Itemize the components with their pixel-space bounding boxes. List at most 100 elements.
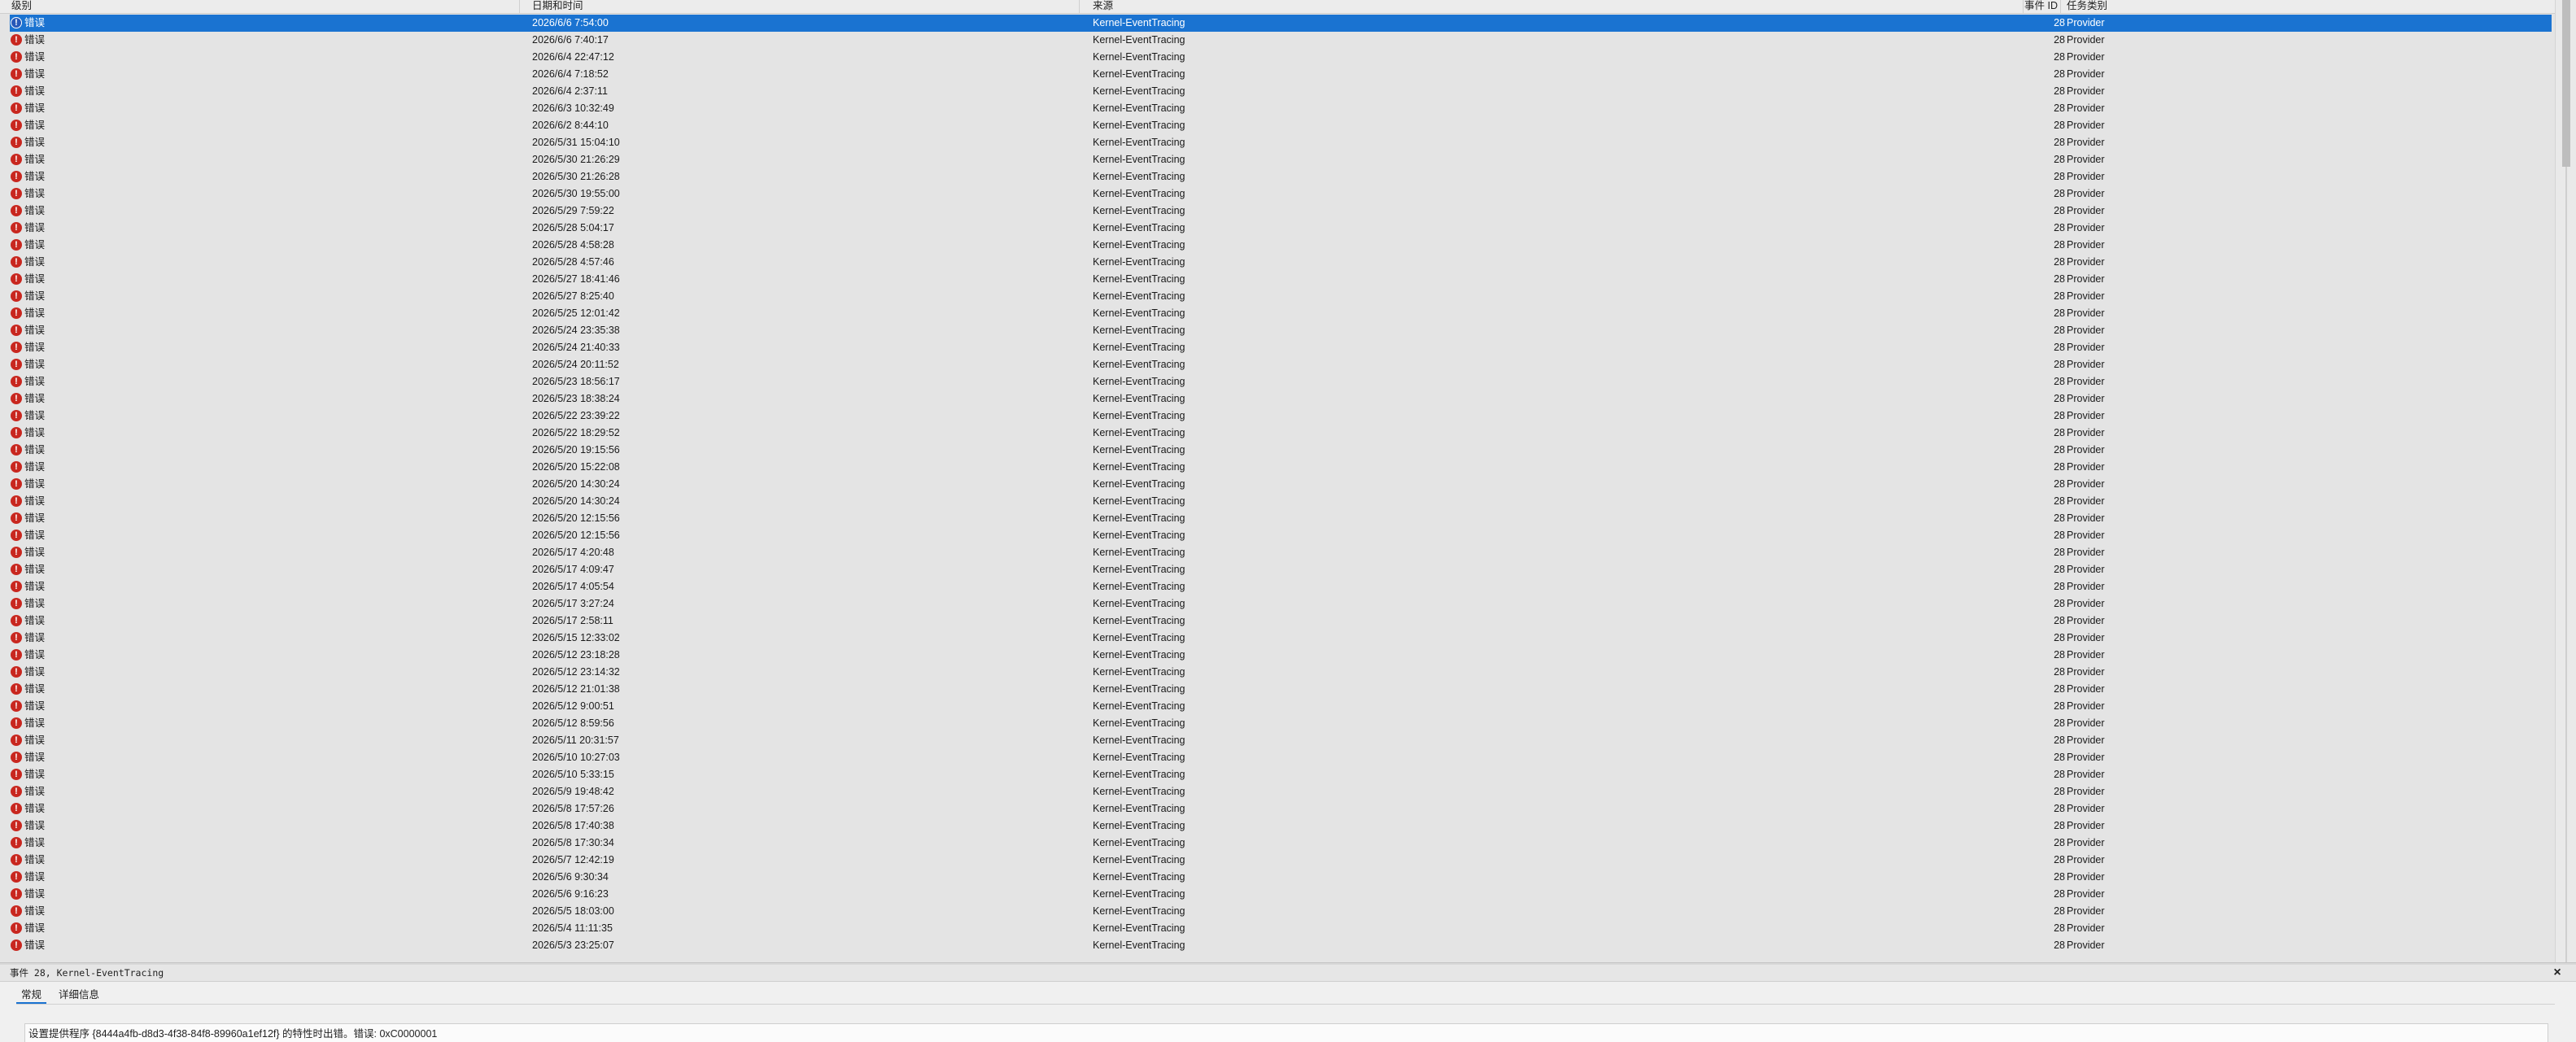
table-row[interactable]: ! 错误 2026/5/23 18:38:24 Kernel-EventTracing… xyxy=(10,390,2552,408)
error-icon: ! xyxy=(11,290,22,302)
column-header-source[interactable]: 来源 xyxy=(1093,0,1113,13)
cell-task-category: Provider xyxy=(2067,632,2105,643)
table-row[interactable]: ! 错误 2026/5/20 14:30:24 Kernel-EventTracing… xyxy=(10,493,2552,510)
cell-source: Kernel-EventTracing xyxy=(1093,444,1185,456)
table-row[interactable]: ! 错误 2026/5/12 8:59:56 Kernel-EventTracing 2… xyxy=(10,715,2552,732)
error-icon: ! xyxy=(11,820,22,831)
table-row[interactable]: ! 错误 2026/5/24 23:35:38 Kernel-EventTracing… xyxy=(10,322,2552,339)
cell-source: Kernel-EventTracing xyxy=(1093,256,1185,268)
table-row[interactable]: ! 错误 2026/5/27 18:41:46 Kernel-EventTracing… xyxy=(10,271,2552,288)
table-row[interactable]: ! 错误 2026/5/17 2:58:11 Kernel-EventTracing 2… xyxy=(10,613,2552,630)
cell-datetime: 2026/5/15 12:33:02 xyxy=(532,632,620,643)
table-row[interactable]: ! 错误 2026/5/12 21:01:38 Kernel-EventTracing… xyxy=(10,681,2552,698)
table-row[interactable]: ! 错误 2026/6/4 7:18:52 Kernel-EventTracing 28… xyxy=(10,66,2552,83)
table-row[interactable]: ! 错误 2026/5/30 21:26:28 Kernel-EventTracing… xyxy=(10,168,2552,185)
cell-task-category: Provider xyxy=(2067,940,2105,951)
cell-task-category: Provider xyxy=(2067,188,2105,199)
table-row[interactable]: ! 错误 2026/5/17 4:05:54 Kernel-EventTracing 2… xyxy=(10,578,2552,595)
table-row[interactable]: ! 错误 2026/6/3 10:32:49 Kernel-EventTracing 2… xyxy=(10,100,2552,117)
error-icon: ! xyxy=(11,461,22,473)
tab-details[interactable]: 详细信息 xyxy=(54,988,104,1002)
cell-datetime: 2026/5/30 21:26:29 xyxy=(532,154,620,165)
table-row[interactable]: ! 错误 2026/5/24 20:11:52 Kernel-EventTracing… xyxy=(10,356,2552,373)
cell-source: Kernel-EventTracing xyxy=(1093,85,1185,97)
cell-source: Kernel-EventTracing xyxy=(1093,735,1185,746)
table-row[interactable]: ! 错误 2026/5/20 19:15:56 Kernel-EventTracing… xyxy=(10,442,2552,459)
close-icon[interactable]: × xyxy=(2550,966,2565,980)
cell-source: Kernel-EventTracing xyxy=(1093,717,1185,729)
cell-task-category: Provider xyxy=(2067,615,2105,626)
table-row[interactable]: ! 错误 2026/5/17 4:09:47 Kernel-EventTracing 2… xyxy=(10,561,2552,578)
table-row[interactable]: ! 错误 2026/5/6 9:30:34 Kernel-EventTracing 28… xyxy=(10,869,2552,886)
table-row[interactable]: ! 错误 2026/5/28 4:57:46 Kernel-EventTracing 2… xyxy=(10,254,2552,271)
error-icon: ! xyxy=(11,922,22,934)
cell-event-id: 28 xyxy=(2054,325,2065,336)
error-icon: ! xyxy=(11,530,22,541)
table-row[interactable]: ! 错误 2026/5/31 15:04:10 Kernel-EventTracing… xyxy=(10,134,2552,151)
cell-task-category: Provider xyxy=(2067,922,2105,934)
table-row[interactable]: ! 错误 2026/5/12 23:14:32 Kernel-EventTracing… xyxy=(10,664,2552,681)
cell-level: 错误 xyxy=(24,444,46,456)
cell-level: 错误 xyxy=(24,495,46,507)
table-row[interactable]: ! 错误 2026/6/6 7:40:17 Kernel-EventTracing 28… xyxy=(10,32,2552,49)
cell-level: 错误 xyxy=(24,512,46,524)
table-row[interactable]: ! 错误 2026/5/28 5:04:17 Kernel-EventTracing 2… xyxy=(10,220,2552,237)
table-row[interactable]: ! 错误 2026/6/4 2:37:11 Kernel-EventTracing 28… xyxy=(10,83,2552,100)
vertical-scrollbar[interactable] xyxy=(2555,0,2576,962)
table-row[interactable]: ! 错误 2026/5/20 14:30:24 Kernel-EventTracing… xyxy=(10,476,2552,493)
table-row[interactable]: ! 错误 2026/5/8 17:30:34 Kernel-EventTracing 2… xyxy=(10,835,2552,852)
table-row[interactable]: ! 错误 2026/5/25 12:01:42 Kernel-EventTracing… xyxy=(10,305,2552,322)
table-row[interactable]: ! 错误 2026/5/20 12:15:56 Kernel-EventTracing… xyxy=(10,527,2552,544)
table-row[interactable]: ! 错误 2026/5/22 23:39:22 Kernel-EventTracing… xyxy=(10,408,2552,425)
table-row[interactable]: ! 错误 2026/5/7 12:42:19 Kernel-EventTracing 2… xyxy=(10,852,2552,869)
table-row[interactable]: ! 错误 2026/5/20 15:22:08 Kernel-EventTracing… xyxy=(10,459,2552,476)
table-row[interactable]: ! 错误 2026/5/17 3:27:24 Kernel-EventTracing 2… xyxy=(10,595,2552,613)
table-row[interactable]: ! 错误 2026/5/10 10:27:03 Kernel-EventTracing… xyxy=(10,749,2552,766)
table-row[interactable]: ! 错误 2026/5/9 19:48:42 Kernel-EventTracing 2… xyxy=(10,783,2552,800)
table-row[interactable]: ! 错误 2026/5/11 20:31:57 Kernel-EventTracing… xyxy=(10,732,2552,749)
table-row[interactable]: ! 错误 2026/5/27 8:25:40 Kernel-EventTracing 2… xyxy=(10,288,2552,305)
cell-task-category: Provider xyxy=(2067,410,2105,421)
column-header-level[interactable]: 级别 xyxy=(11,0,32,13)
table-row[interactable]: ! 错误 2026/5/30 19:55:00 Kernel-EventTracing… xyxy=(10,185,2552,203)
table-row[interactable]: ! 错误 2026/5/12 9:00:51 Kernel-EventTracing 2… xyxy=(10,698,2552,715)
table-row[interactable]: ! 错误 2026/5/6 9:16:23 Kernel-EventTracing 28… xyxy=(10,886,2552,903)
table-row[interactable]: ! 错误 2026/6/2 8:44:10 Kernel-EventTracing 28… xyxy=(10,117,2552,134)
column-header-event-id[interactable]: 事件 ID xyxy=(2024,0,2058,13)
table-row[interactable]: ! 错误 2026/5/8 17:57:26 Kernel-EventTracing 2… xyxy=(10,800,2552,817)
table-row[interactable]: ! 错误 2026/5/15 12:33:02 Kernel-EventTracing… xyxy=(10,630,2552,647)
table-row[interactable]: ! 错误 2026/5/29 7:59:22 Kernel-EventTracing 2… xyxy=(10,203,2552,220)
table-row[interactable]: ! 错误 2026/5/23 18:56:17 Kernel-EventTracing… xyxy=(10,373,2552,390)
table-row[interactable]: ! 错误 2026/5/12 23:18:28 Kernel-EventTracing… xyxy=(10,647,2552,664)
table-row[interactable]: ! 错误 2026/5/20 12:15:56 Kernel-EventTracing… xyxy=(10,510,2552,527)
column-header-datetime[interactable]: 日期和时间 xyxy=(532,0,583,13)
column-header-task-category[interactable]: 任务类别 xyxy=(2067,0,2107,13)
cell-task-category: Provider xyxy=(2067,307,2105,319)
table-row[interactable]: ! 错误 2026/5/28 4:58:28 Kernel-EventTracing 2… xyxy=(10,237,2552,254)
column-divider[interactable] xyxy=(2023,0,2024,13)
table-row[interactable]: ! 错误 2026/5/5 18:03:00 Kernel-EventTracing 2… xyxy=(10,903,2552,920)
table-row[interactable]: ! 错误 2026/5/17 4:20:48 Kernel-EventTracing 2… xyxy=(10,544,2552,561)
cell-event-id: 28 xyxy=(2054,273,2065,285)
table-row[interactable]: ! 错误 2026/6/4 22:47:12 Kernel-EventTracing 2… xyxy=(10,49,2552,66)
cell-level: 错误 xyxy=(24,820,46,831)
table-row[interactable]: ! 错误 2026/5/24 21:40:33 Kernel-EventTracing… xyxy=(10,339,2552,356)
table-row[interactable]: ! 错误 2026/5/10 5:33:15 Kernel-EventTracing 2… xyxy=(10,766,2552,783)
column-divider[interactable] xyxy=(2060,0,2061,13)
table-row[interactable]: ! 错误 2026/5/8 17:40:38 Kernel-EventTracing 2… xyxy=(10,817,2552,835)
error-icon: ! xyxy=(11,735,22,746)
table-row[interactable]: ! 错误 2026/5/30 21:26:29 Kernel-EventTracing… xyxy=(10,151,2552,168)
event-message-box[interactable]: 设置提供程序 {8444a4fb-d8d3-4f38-84f8-89960a1e… xyxy=(24,1023,2548,1042)
cell-event-id: 28 xyxy=(2054,495,2065,507)
column-divider[interactable] xyxy=(519,0,520,13)
table-row[interactable]: ! 错误 2026/5/3 23:25:07 Kernel-EventTracing 2… xyxy=(10,937,2552,954)
table-row[interactable]: ! 错误 2026/5/4 11:11:35 Kernel-EventTracing 2… xyxy=(10,920,2552,937)
table-row[interactable]: ! 错误 2026/6/6 7:54:00 Kernel-EventTracing 28… xyxy=(10,15,2552,32)
tab-general[interactable]: 常规 xyxy=(16,988,47,1004)
error-icon: ! xyxy=(11,581,22,592)
scrollbar-track[interactable] xyxy=(2565,167,2567,962)
error-icon: ! xyxy=(11,342,22,353)
scrollbar-thumb[interactable] xyxy=(2562,0,2570,167)
column-divider[interactable] xyxy=(1079,0,1080,13)
table-row[interactable]: ! 错误 2026/5/22 18:29:52 Kernel-EventTracing… xyxy=(10,425,2552,442)
